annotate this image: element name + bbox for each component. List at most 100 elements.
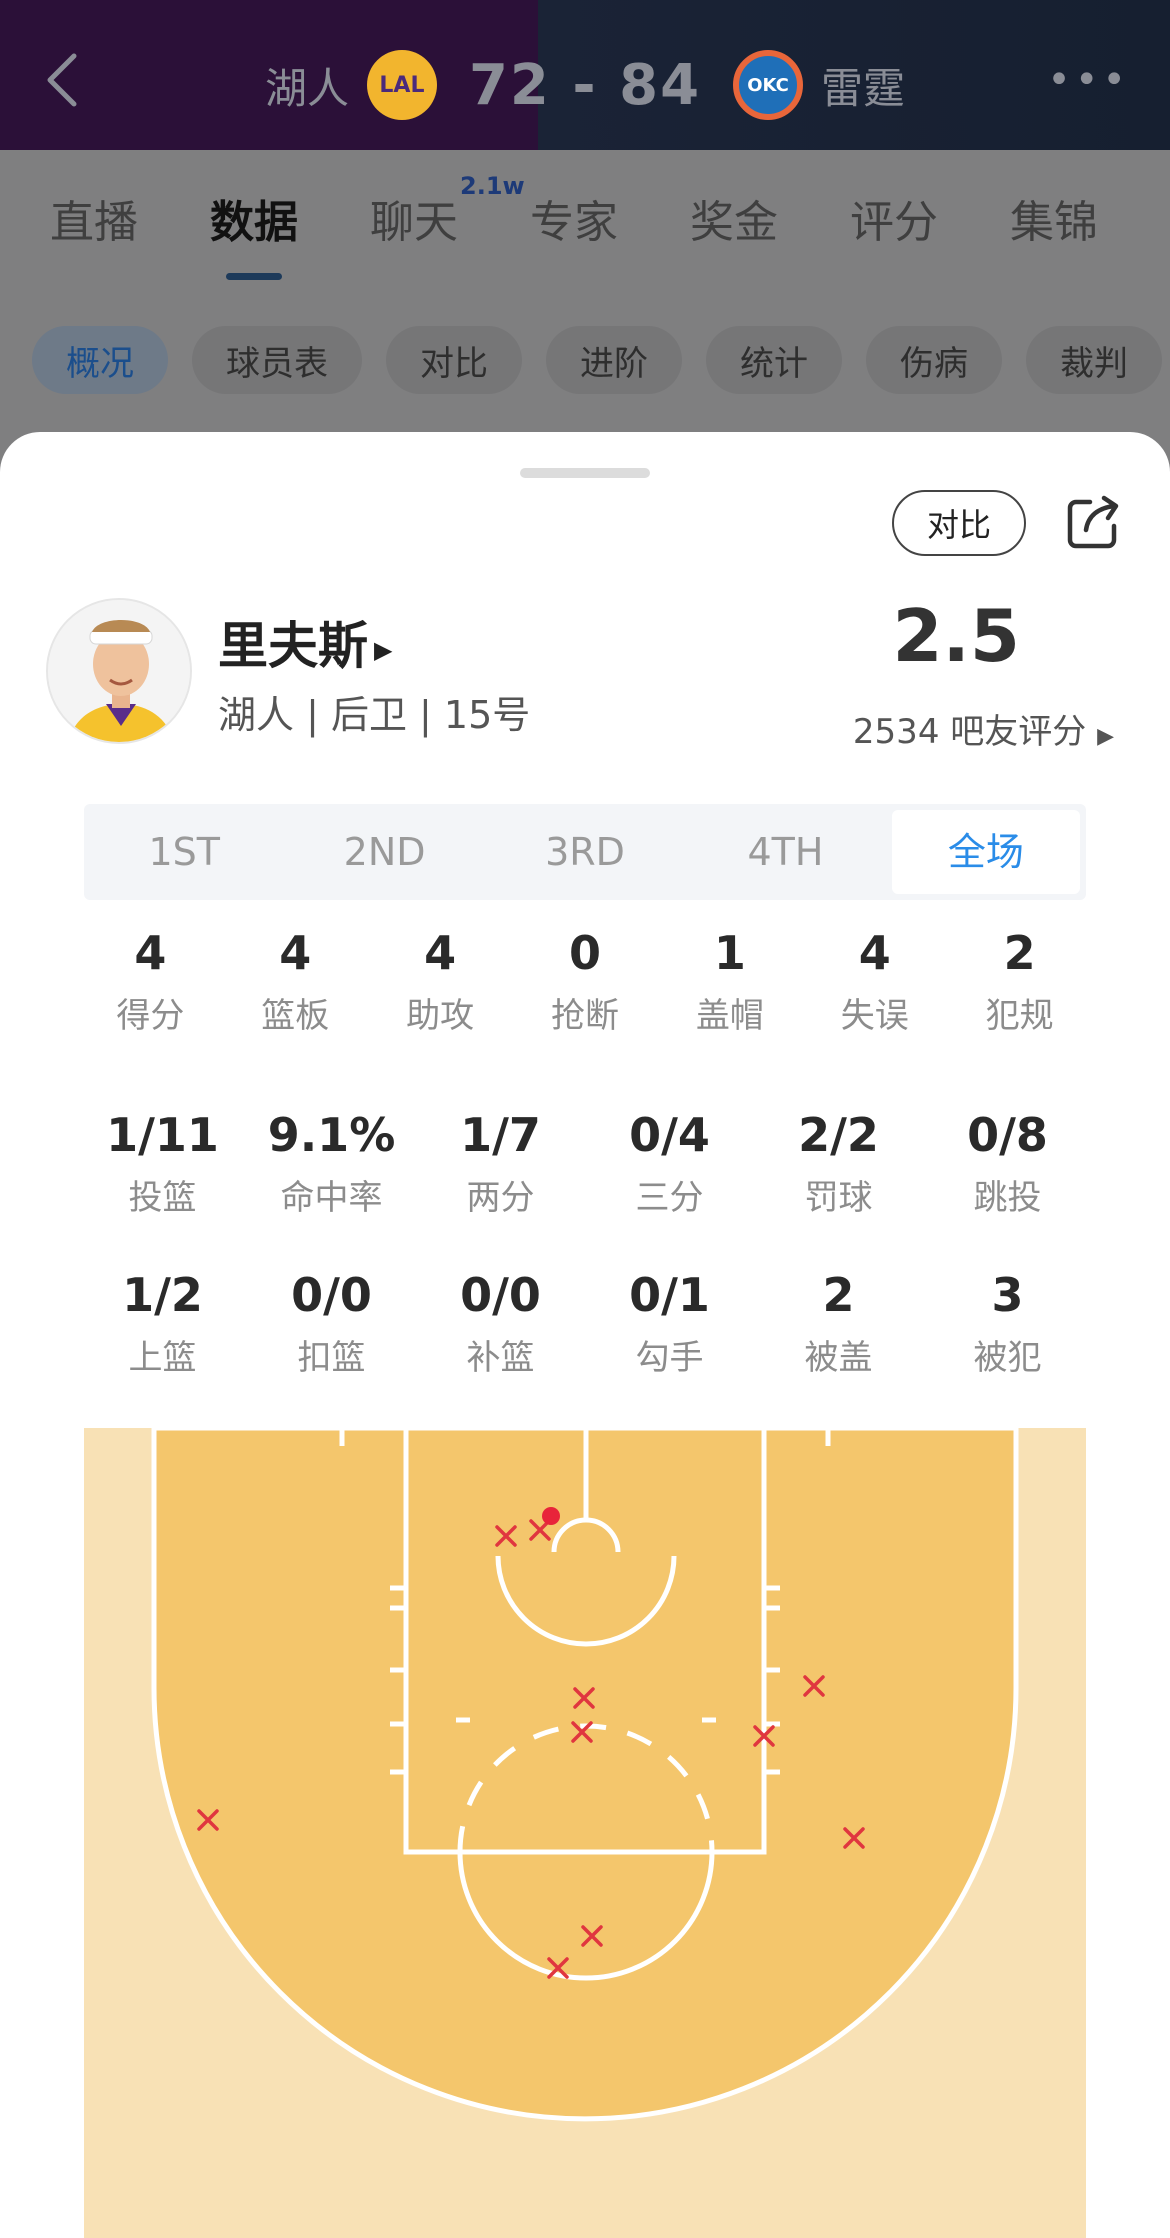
more-options-icon[interactable]: ••• <box>1047 60 1130 100</box>
stat-label: 犯规 <box>985 996 1054 1036</box>
made-shot-marker <box>542 1507 560 1525</box>
period-selector: 1ST 2ND 3RD 4TH 全场 <box>84 804 1086 900</box>
stat-value: 0 <box>569 926 602 980</box>
stat-label: 被盖 <box>804 1338 873 1378</box>
period-4th[interactable]: 4TH <box>691 810 879 894</box>
stat-value: 4 <box>858 926 891 980</box>
chip-overview[interactable]: 概况 <box>32 326 168 394</box>
stat-value: 1/2 <box>122 1268 203 1322</box>
stat-putback: 0/0 补篮 <box>416 1268 585 1379</box>
stat-dunk: 0/0 扣篮 <box>247 1268 416 1379</box>
period-2nd[interactable]: 2ND <box>290 810 478 894</box>
player-stats-sheet: 对比 里夫斯 ▶ 湖人 | 后卫 | 15号 2.5 2534 吧友评分 ▶ 1S… <box>0 432 1170 2238</box>
player-name-link[interactable]: 里夫斯 ▶ <box>218 606 392 678</box>
stat-label: 跳投 <box>973 1178 1042 1218</box>
stat-label: 补篮 <box>466 1338 535 1378</box>
shot-type-stats-row: 1/2 上篮 0/0 扣篮 0/0 补篮 0/1 勾手 2 被盖 3 被犯 <box>78 1268 1092 1379</box>
period-full-game[interactable]: 全场 <box>891 810 1081 894</box>
tab-live[interactable]: 直播 <box>50 186 210 250</box>
stat-value: 0/0 <box>291 1268 372 1322</box>
lakers-logo-icon: LAL <box>366 50 437 120</box>
stat-label: 抢断 <box>551 996 619 1036</box>
stat-fouls: 2 犯规 <box>947 926 1092 1037</box>
stat-layup: 1/2 上篮 <box>78 1268 247 1379</box>
shooting-stats-row: 1/11 投篮 9.1% 命中率 1/7 两分 0/4 三分 2/2 罚球 0/8 跳投 <box>78 1108 1092 1219</box>
scoreboard: 湖人 LAL 72 - 84 OKC 雷霆 <box>0 40 1170 130</box>
caret-right-icon: ▶ <box>1097 724 1114 749</box>
compare-button[interactable]: 对比 <box>892 490 1026 556</box>
chip-advanced[interactable]: 进阶 <box>546 326 682 394</box>
stat-label: 三分 <box>635 1178 704 1218</box>
stat-label: 失误 <box>840 996 909 1036</box>
share-icon[interactable] <box>1064 492 1124 552</box>
chip-referees[interactable]: 裁判 <box>1026 326 1162 394</box>
stat-value: 0/0 <box>460 1268 541 1322</box>
rating-count: 2534 吧友评分 <box>852 712 1087 752</box>
chip-compare[interactable]: 对比 <box>386 326 522 394</box>
shot-chart <box>84 1428 1086 2238</box>
basic-stats-row: 4 得分 4 篮板 4 助攻 0 抢断 1 盖帽 4 失误 2 犯规 <box>78 926 1092 1037</box>
stat-hook: 0/1 勾手 <box>585 1268 754 1379</box>
game-score: 72 - 84 <box>468 52 702 118</box>
player-name: 里夫斯 <box>218 617 368 675</box>
stat-ft: 2/2 罚球 <box>754 1108 923 1219</box>
stat-label: 命中率 <box>280 1178 383 1218</box>
stat-value: 0/8 <box>967 1108 1048 1162</box>
tab-experts[interactable]: 专家 <box>530 186 690 250</box>
tab-highlights[interactable]: 集锦 <box>1010 186 1170 250</box>
stat-fg-pct: 9.1% 命中率 <box>247 1108 416 1219</box>
court-diagram <box>84 1428 1086 2238</box>
stat-value: 2 <box>1003 926 1036 980</box>
home-team-name[interactable]: 湖人 <box>265 55 349 116</box>
tab-data[interactable]: 数据 <box>210 186 370 280</box>
stat-label: 罚球 <box>804 1178 873 1218</box>
stat-rebounds: 4 篮板 <box>223 926 368 1037</box>
stat-value: 3 <box>991 1268 1024 1322</box>
stat-label: 盖帽 <box>695 996 764 1036</box>
stat-value: 1 <box>713 926 746 980</box>
stat-fouled: 3 被犯 <box>923 1268 1092 1379</box>
drag-handle[interactable] <box>520 468 650 478</box>
player-rating: 2.5 <box>892 594 1020 678</box>
stat-label: 被犯 <box>973 1338 1042 1378</box>
game-header: 湖人 LAL 72 - 84 OKC 雷霆 ••• <box>0 0 1170 150</box>
stat-label: 篮板 <box>261 996 330 1036</box>
stat-value: 0/4 <box>629 1108 710 1162</box>
stat-value: 4 <box>134 926 167 980</box>
tab-chat[interactable]: 聊天 2.1w <box>370 172 530 250</box>
away-team-name[interactable]: 雷霆 <box>821 55 905 116</box>
stat-label: 两分 <box>466 1178 535 1218</box>
stat-value: 4 <box>279 926 312 980</box>
stat-blocks: 1 盖帽 <box>657 926 802 1037</box>
stat-label: 勾手 <box>635 1338 704 1378</box>
tab-bonus[interactable]: 奖金 <box>690 186 850 250</box>
tab-chat-label: 聊天 <box>370 196 458 248</box>
stat-value: 1/11 <box>106 1108 219 1162</box>
stat-label: 助攻 <box>406 996 475 1036</box>
player-avatar[interactable] <box>46 598 192 744</box>
stat-points: 4 得分 <box>78 926 223 1037</box>
stat-label: 得分 <box>116 996 185 1036</box>
stat-jumpshot: 0/8 跳投 <box>923 1108 1092 1219</box>
stat-value: 2/2 <box>798 1108 879 1162</box>
chip-stats[interactable]: 统计 <box>706 326 842 394</box>
thunder-logo-icon: OKC <box>733 50 804 120</box>
stat-value: 4 <box>424 926 457 980</box>
chip-player-table[interactable]: 球员表 <box>192 326 362 394</box>
stat-turnovers: 4 失误 <box>802 926 947 1037</box>
rating-count-link[interactable]: 2534 吧友评分 ▶ <box>853 704 1114 753</box>
chat-count-badge: 2.1w <box>460 171 525 200</box>
caret-right-icon: ▶ <box>374 635 393 664</box>
stat-label: 投篮 <box>128 1178 197 1218</box>
player-photo-icon <box>48 600 190 742</box>
chip-injuries[interactable]: 伤病 <box>866 326 1002 394</box>
stat-value: 9.1% <box>267 1108 396 1162</box>
stat-label: 上篮 <box>128 1338 197 1378</box>
stat-assists: 4 助攻 <box>368 926 513 1037</box>
main-tabs: 直播 数据 聊天 2.1w 专家 奖金 评分 集锦 <box>0 150 1170 285</box>
period-1st[interactable]: 1ST <box>90 810 278 894</box>
stat-value: 0/1 <box>629 1268 710 1322</box>
period-3rd[interactable]: 3RD <box>491 810 679 894</box>
stat-label: 扣篮 <box>297 1338 366 1378</box>
tab-ratings[interactable]: 评分 <box>850 186 1010 250</box>
